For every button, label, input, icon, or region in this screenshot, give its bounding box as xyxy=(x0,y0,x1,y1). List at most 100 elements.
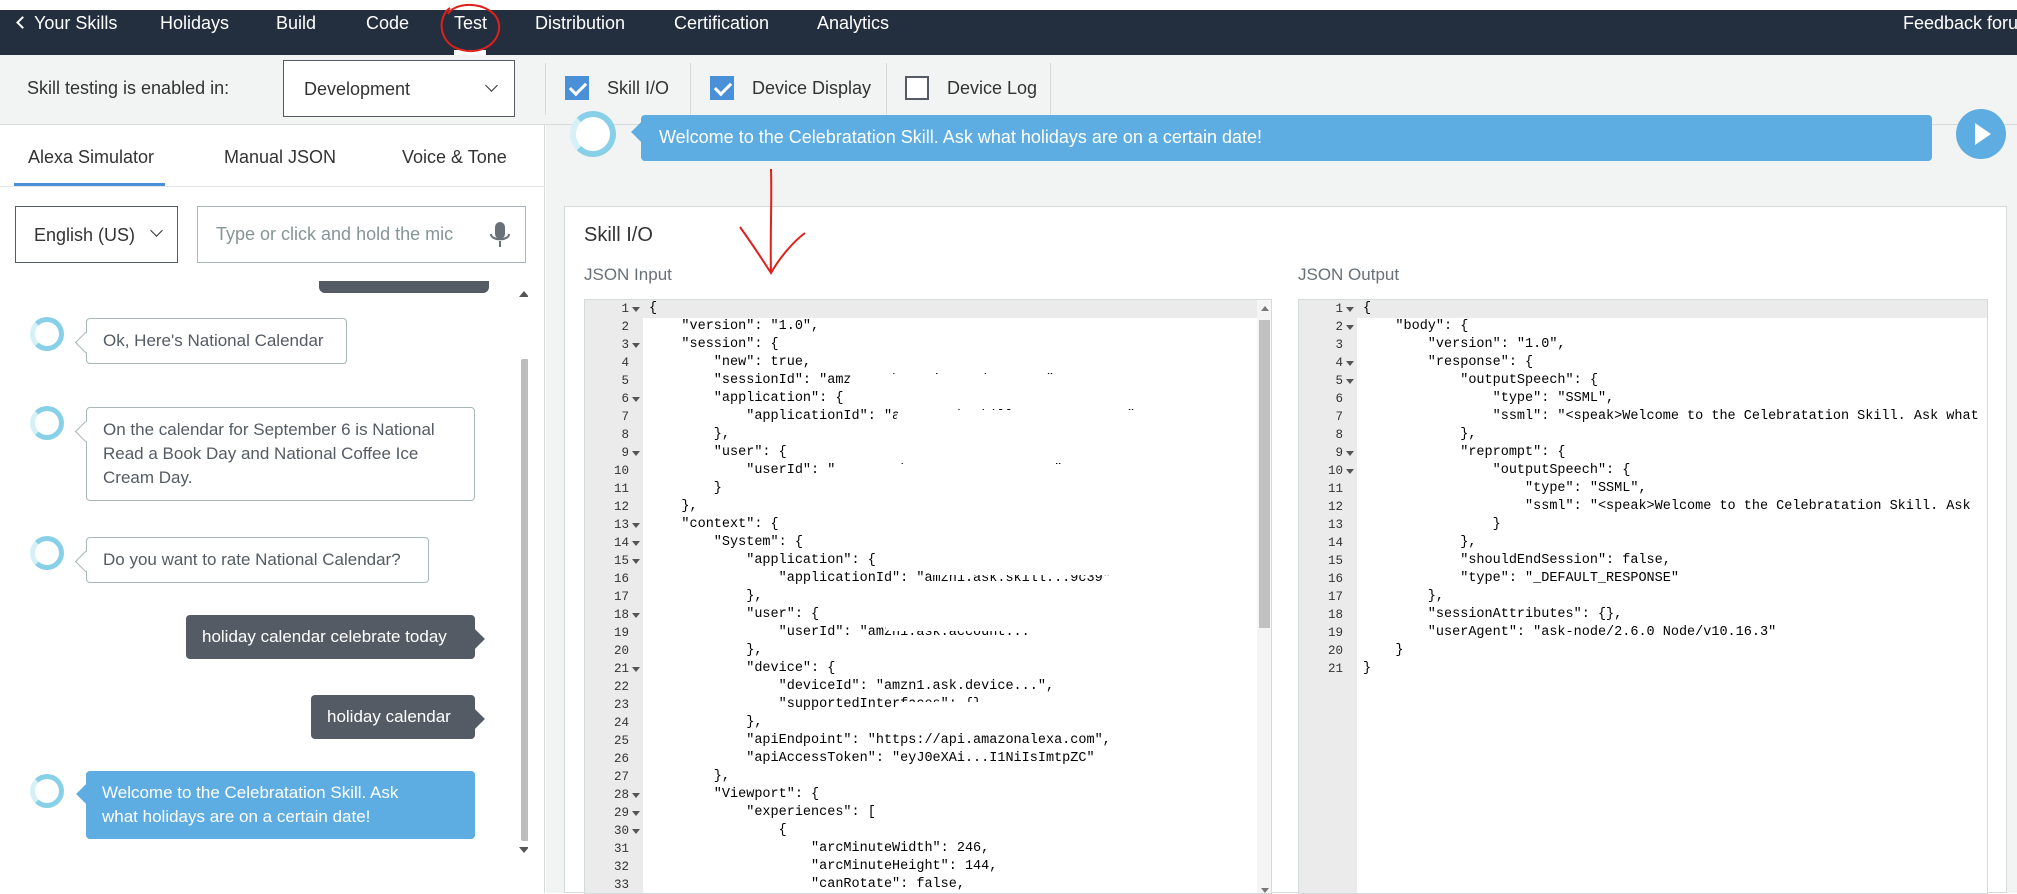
fold-toggle-icon[interactable] xyxy=(632,559,640,564)
line-number: 14 xyxy=(1327,536,1343,550)
alexa-avatar-icon xyxy=(30,536,64,570)
code-line: }, xyxy=(1363,589,1445,604)
line-number: 30 xyxy=(613,824,629,838)
fold-toggle-icon[interactable] xyxy=(1346,325,1354,330)
chevron-down-icon xyxy=(150,224,163,237)
play-button[interactable] xyxy=(1956,109,2006,159)
line-number: 8 xyxy=(1335,428,1343,442)
skill-io-title: Skill I/O xyxy=(584,224,653,246)
tabs-border xyxy=(0,186,545,187)
fold-toggle-icon[interactable] xyxy=(1346,469,1354,474)
fold-toggle-icon[interactable] xyxy=(632,307,640,312)
device-display-message: Welcome to the Celebratation Skill. Ask … xyxy=(641,115,1932,161)
code-line: "apiAccessToken": "eyJ0eXAi...I1NiIsImtp… xyxy=(649,751,1095,766)
line-number: 12 xyxy=(1327,500,1343,514)
user-message: holiday calendar xyxy=(311,695,475,739)
code-line: "application": { xyxy=(649,553,876,568)
scroll-up-arrow-icon[interactable] xyxy=(1261,306,1269,311)
fold-toggle-icon[interactable] xyxy=(632,793,640,798)
nav-holidays[interactable]: Holidays xyxy=(160,10,229,55)
code-line: "device": { xyxy=(649,661,836,676)
code-line: "session": { xyxy=(649,337,779,352)
scroll-up-arrow-icon[interactable] xyxy=(519,291,528,297)
fold-toggle-icon[interactable] xyxy=(632,451,640,456)
line-number: 14 xyxy=(613,536,629,550)
code-line: "new": true, xyxy=(649,355,812,370)
device-log-checkbox-label: Device Log xyxy=(947,78,1038,98)
nav-code[interactable]: Code xyxy=(366,10,409,55)
conversation-list: Ok, Here's National Calendar On the cale… xyxy=(14,281,512,859)
fold-toggle-icon[interactable] xyxy=(632,343,640,348)
code-line: "ssml": "<speak>Welcome to the Celebrata… xyxy=(1363,499,1971,514)
code-line: }, xyxy=(649,499,698,514)
fold-toggle-icon[interactable] xyxy=(632,667,640,672)
fold-toggle-icon[interactable] xyxy=(632,811,640,816)
feedback-forum-link[interactable]: Feedback forum xyxy=(1903,10,2017,55)
fold-toggle-icon[interactable] xyxy=(1346,307,1354,312)
code-line: "application": { xyxy=(649,391,844,406)
line-number: 3 xyxy=(1335,338,1343,352)
code-line: "canRotate": false, xyxy=(649,877,965,892)
line-number: 7 xyxy=(1335,410,1343,424)
input-editor-scrollbar-thumb[interactable] xyxy=(1259,320,1270,628)
scroll-down-arrow-icon[interactable] xyxy=(1261,888,1269,893)
json-input-label: JSON Input xyxy=(584,265,672,284)
code-line: "type": "SSML", xyxy=(1363,391,1615,406)
back-label: Your Skills xyxy=(34,13,118,33)
fold-toggle-icon[interactable] xyxy=(1346,361,1354,366)
tab-alexa-simulator[interactable]: Alexa Simulator xyxy=(28,147,154,168)
code-line: }, xyxy=(649,715,763,730)
message-line: On the calendar for September 6 is Natio… xyxy=(103,420,435,439)
code-line: { xyxy=(1363,301,1372,316)
skill-io-section: Skill I/O JSON Input JSON Output 1234567… xyxy=(564,206,2007,894)
fold-toggle-icon[interactable] xyxy=(632,829,640,834)
divider xyxy=(545,63,546,115)
json-output-editor[interactable]: 1 2 3 4 5 6 7 8 9 10 11 12 13 14 15 16 17 18 19 20 21{ "body… xyxy=(1298,299,1988,894)
line-number: 22 xyxy=(613,680,629,694)
scroll-down-arrow-icon[interactable] xyxy=(519,847,528,853)
nav-test[interactable]: Test xyxy=(454,10,487,55)
line-number: 10 xyxy=(613,464,629,478)
device-log-checkbox[interactable] xyxy=(905,76,929,100)
alexa-message: On the calendar for September 6 is Natio… xyxy=(86,407,475,501)
line-number: 11 xyxy=(1327,482,1343,496)
fold-toggle-icon[interactable] xyxy=(632,541,640,546)
redaction-mark xyxy=(925,800,1225,813)
nav-analytics[interactable]: Analytics xyxy=(817,10,889,55)
fold-toggle-icon[interactable] xyxy=(632,397,640,402)
line-number: 21 xyxy=(613,662,629,676)
environment-select[interactable]: Development xyxy=(283,60,515,117)
tab-voice-and-tone[interactable]: Voice & Tone xyxy=(402,147,507,168)
nav-certification[interactable]: Certification xyxy=(674,10,769,55)
device-display-checkbox[interactable] xyxy=(710,76,734,100)
code-line: "response": { xyxy=(1363,355,1534,370)
tab-manual-json[interactable]: Manual JSON xyxy=(224,147,336,168)
code-line: "context": { xyxy=(649,517,779,532)
nav-build[interactable]: Build xyxy=(276,10,316,55)
json-input-editor[interactable]: 1 2 3 4 5 6 7 8 9 10 11 12 13 14 15 16 17 18 19 20 21 22 23 24 2… xyxy=(584,299,1272,894)
divider xyxy=(886,63,887,115)
fold-toggle-icon[interactable] xyxy=(1346,451,1354,456)
chat-scrollbar-thumb[interactable] xyxy=(521,359,528,841)
line-number: 8 xyxy=(621,428,629,442)
fold-toggle-icon[interactable] xyxy=(1346,379,1354,384)
skill-io-checkbox[interactable] xyxy=(565,76,589,100)
alexa-avatar-icon xyxy=(30,406,64,440)
top-navigation: Your Skills Holidays Build Code Test Dis… xyxy=(0,10,2017,55)
top-strip xyxy=(0,0,2017,10)
fold-toggle-icon[interactable] xyxy=(632,613,640,618)
line-number: 29 xyxy=(613,806,629,820)
code-line: "apiEndpoint": "https://api.amazonalexa.… xyxy=(649,733,1111,748)
back-to-your-skills-link[interactable]: Your Skills xyxy=(16,10,118,55)
language-value: English (US) xyxy=(34,225,136,245)
utterance-input[interactable] xyxy=(197,206,526,263)
line-number: 20 xyxy=(1327,644,1343,658)
nav-distribution[interactable]: Distribution xyxy=(535,10,625,55)
code-line: }, xyxy=(1363,535,1477,550)
json-output-label: JSON Output xyxy=(1298,265,1400,284)
language-select[interactable]: English (US) xyxy=(15,206,178,263)
microphone-icon[interactable] xyxy=(489,221,511,249)
code-line: }, xyxy=(649,427,731,442)
fold-toggle-icon[interactable] xyxy=(632,523,640,528)
line-number: 4 xyxy=(621,356,629,370)
